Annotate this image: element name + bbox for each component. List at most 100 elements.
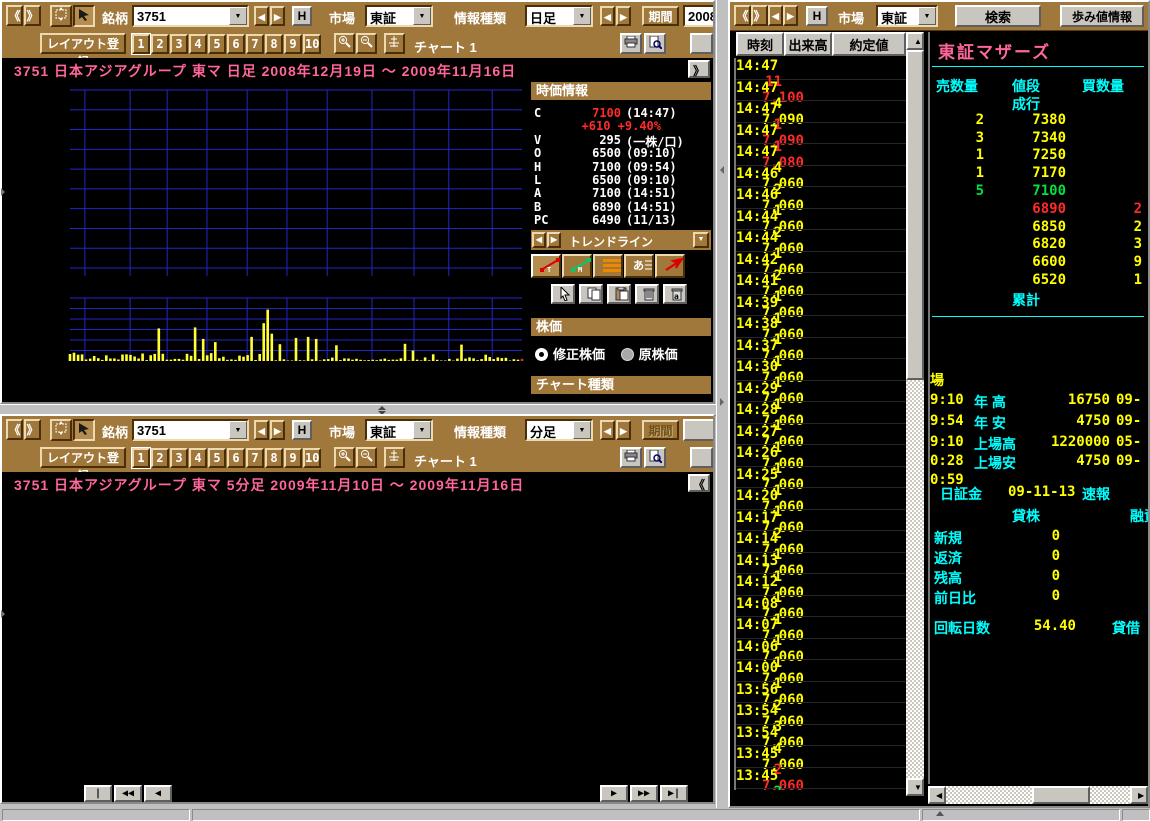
column-header-time[interactable]: 時刻: [736, 32, 784, 56]
book-sell-qty[interactable]: 1: [936, 147, 984, 163]
adjusted-price-radio[interactable]: [535, 348, 548, 361]
layout-slot-4-button[interactable]: 4: [189, 448, 207, 468]
book-sell-qty[interactable]: 3: [936, 130, 984, 146]
market-combobox[interactable]: 東証 ▼: [365, 5, 433, 27]
symbol-input[interactable]: [134, 7, 229, 25]
symbol-prev-button[interactable]: ◀: [254, 420, 269, 440]
book-price[interactable]: 7380: [1012, 112, 1066, 128]
market-combobox[interactable]: 東証 ▼: [365, 419, 433, 441]
table-row[interactable]: 14:2917,060: [736, 381, 908, 403]
daily-chart-canvas[interactable]: [2, 80, 529, 402]
table-row[interactable]: 14:4747,090: [736, 80, 908, 102]
scroll-first-button[interactable]: |◀: [84, 785, 112, 802]
expand-window-button[interactable]: 》: [751, 5, 768, 26]
book-price[interactable]: 6600: [1012, 254, 1066, 270]
edge-collapse-arrow-icon[interactable]: [1, 610, 5, 618]
splitter-up-arrow-icon[interactable]: [378, 406, 386, 410]
table-row[interactable]: 13:5437,060: [736, 703, 908, 725]
dropdown-arrow-icon[interactable]: ▼: [229, 421, 247, 439]
table-row[interactable]: 14:4627,060: [736, 166, 908, 188]
zoom-in-button[interactable]: [334, 33, 355, 54]
table-row[interactable]: 14:0017,060: [736, 660, 908, 682]
layout-slot-5-button[interactable]: 5: [208, 34, 226, 54]
layout-slot-2-button[interactable]: 2: [151, 448, 169, 468]
table-row[interactable]: 14:4747,060: [736, 144, 908, 166]
print-button[interactable]: [620, 33, 642, 54]
symbol-prev-button[interactable]: ◀: [254, 6, 269, 26]
scroll-forward-button[interactable]: ▶: [600, 785, 628, 802]
layout-slot-10-button[interactable]: 10: [303, 448, 321, 468]
book-buy-qty[interactable]: 3: [1090, 236, 1142, 252]
layout-slot-3-button[interactable]: 3: [170, 448, 188, 468]
collapse-window-button[interactable]: 《: [734, 5, 751, 26]
table-row[interactable]: 14:2017,060: [736, 488, 908, 510]
table-row[interactable]: 14:2717,060: [736, 424, 908, 446]
pan-tool-button[interactable]: [50, 419, 72, 441]
table-row[interactable]: 14:4427,060: [736, 209, 908, 231]
pointer-tool-button[interactable]: [73, 5, 95, 27]
trend-dropdown-button[interactable]: ▼: [693, 232, 709, 248]
table-row[interactable]: 14:4227,060: [736, 252, 908, 274]
book-buy-qty[interactable]: 2: [1090, 201, 1142, 217]
table-row[interactable]: 14:1727,060: [736, 510, 908, 532]
scrollbar-thumb[interactable]: [906, 50, 924, 380]
next-button[interactable]: ▶: [783, 5, 798, 26]
table-row[interactable]: 14:0717,060: [736, 617, 908, 639]
arrow-tool-button[interactable]: [655, 254, 685, 278]
info-next-button[interactable]: ▶: [616, 6, 631, 26]
table-row[interactable]: 14:4417,060: [736, 230, 908, 252]
history-button[interactable]: H: [806, 6, 828, 26]
scroll-right-button[interactable]: ▶: [1130, 786, 1148, 804]
table-row[interactable]: 13:4417,060: [736, 789, 908, 790]
symbol-next-button[interactable]: ▶: [270, 420, 285, 440]
layout-slot-1-button[interactable]: 1: [132, 34, 150, 54]
select-cursor-button[interactable]: [551, 284, 575, 304]
line-list-tool-button[interactable]: [593, 254, 623, 278]
trend-next-button[interactable]: ▶: [547, 232, 561, 248]
layout-slot-4-button[interactable]: 4: [189, 34, 207, 54]
prev-button[interactable]: ◀: [768, 5, 783, 26]
history-button[interactable]: H: [292, 420, 312, 440]
column-header-price[interactable]: 約定値: [832, 32, 906, 56]
table-row[interactable]: 14:2617,060: [736, 445, 908, 467]
pointer-tool-button[interactable]: [73, 419, 95, 441]
layout-slot-6-button[interactable]: 6: [227, 448, 245, 468]
book-price[interactable]: 6520: [1012, 272, 1066, 288]
chart-scale-button[interactable]: [384, 33, 405, 54]
dropdown-arrow-icon[interactable]: ▼: [573, 421, 591, 439]
scroll-fast-forward-button[interactable]: ▶▶: [630, 785, 658, 802]
history-button[interactable]: H: [292, 6, 312, 26]
info-h-scrollbar[interactable]: ◀ ▶: [928, 786, 1148, 804]
info-next-button[interactable]: ▶: [616, 420, 631, 440]
book-price[interactable]: 7250: [1012, 147, 1066, 163]
layout-slot-10-button[interactable]: 10: [303, 34, 321, 54]
symbol-combobox[interactable]: ▼: [132, 5, 249, 27]
scrollbar-thumb[interactable]: [1032, 786, 1090, 804]
scroll-up-button[interactable]: ▲: [906, 32, 924, 50]
book-buy-qty[interactable]: 9: [1090, 254, 1142, 270]
book-price[interactable]: 7340: [1012, 130, 1066, 146]
book-buy-qty[interactable]: 2: [1090, 219, 1142, 235]
info-prev-button[interactable]: ◀: [600, 6, 615, 26]
symbol-input[interactable]: [134, 421, 229, 439]
book-price[interactable]: 7100: [1012, 183, 1066, 199]
period-field[interactable]: [683, 5, 715, 27]
dropdown-arrow-icon[interactable]: ▼: [229, 7, 247, 25]
expand-window-button[interactable]: 》: [24, 5, 41, 26]
scroll-last-button[interactable]: ▶|: [660, 785, 688, 802]
book-price[interactable]: 累計: [1012, 290, 1066, 310]
layout-register-button[interactable]: レイアウト登録: [40, 33, 126, 54]
chart-scale-button[interactable]: [384, 447, 405, 468]
dropdown-arrow-icon[interactable]: ▼: [413, 421, 431, 439]
zoom-out-button[interactable]: [356, 447, 377, 468]
sidebar-collapse-button[interactable]: 》: [688, 60, 710, 78]
dropdown-arrow-icon[interactable]: ▼: [413, 7, 431, 25]
table-row[interactable]: 14:2517,060: [736, 467, 908, 489]
splitter-left-arrow-icon[interactable]: [720, 166, 724, 174]
scroll-fast-back-button[interactable]: ◀◀: [114, 785, 142, 802]
table-row[interactable]: 14:1417,060: [736, 531, 908, 553]
delete-all-button[interactable]: a: [663, 284, 687, 304]
period-input[interactable]: [685, 7, 715, 25]
zoom-out-button[interactable]: [356, 33, 377, 54]
book-sell-qty[interactable]: 2: [936, 112, 984, 128]
